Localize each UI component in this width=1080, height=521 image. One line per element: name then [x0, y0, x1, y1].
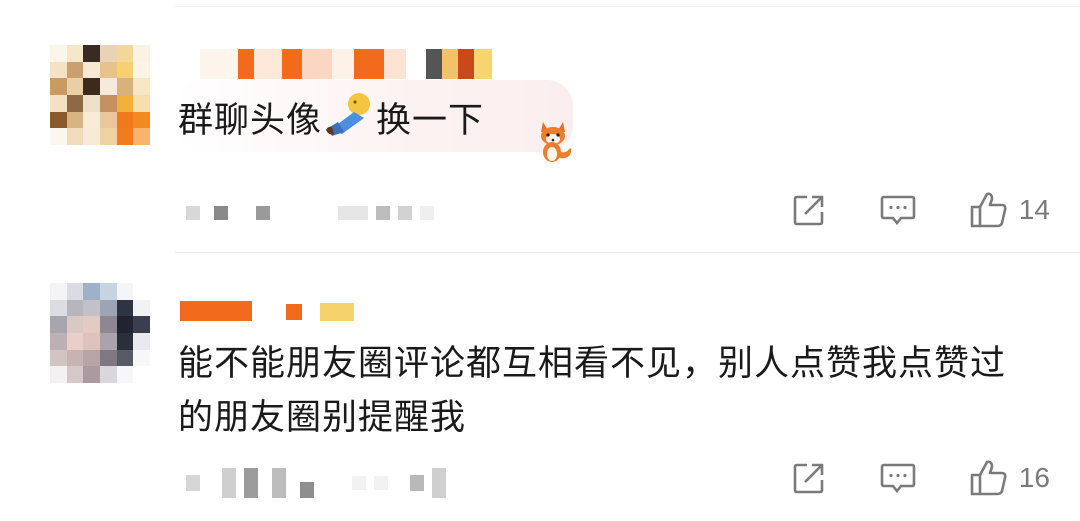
share-icon: [791, 460, 827, 496]
avatar[interactable]: [50, 283, 150, 383]
thumbs-up-icon: [969, 190, 1009, 230]
fox-sticker-icon: [535, 118, 577, 164]
comment-divider: [175, 252, 1080, 253]
comment-actions: 16: [791, 458, 1050, 498]
comment-text-line-2: 的朋友圈别提醒我: [178, 398, 467, 438]
comment-text-part-2: 换一下: [376, 101, 485, 141]
share-button[interactable]: [791, 460, 827, 496]
comment-text-line-1: 能不能朋友圈评论都互相看不见，别人点赞我点赞过: [178, 344, 1007, 384]
share-icon: [791, 192, 827, 228]
comment-text: 能不能朋友圈评论都互相看不见，别人点赞我点赞过 的朋友圈别提醒我: [178, 337, 1006, 445]
comment-icon: [879, 192, 917, 228]
reply-button[interactable]: [879, 192, 917, 228]
username-censored[interactable]: [200, 48, 492, 80]
top-divider: [175, 6, 1080, 7]
like-button[interactable]: 16: [969, 458, 1050, 498]
comment-text-part-1: 群聊头像: [178, 101, 323, 141]
like-count: 16: [1018, 462, 1050, 493]
like-button[interactable]: 14: [969, 190, 1050, 230]
thumbs-up-icon: [969, 458, 1009, 498]
comment-meta-censored: [186, 206, 434, 220]
username-censored[interactable]: [180, 293, 354, 325]
comment-icon: [879, 460, 917, 496]
comment-actions: 14: [791, 190, 1050, 230]
reply-button[interactable]: [879, 460, 917, 496]
comment-text: 群聊头像 换一下: [178, 90, 484, 154]
like-count: 14: [1018, 194, 1050, 225]
avatar[interactable]: [50, 45, 150, 145]
comment-meta-censored: [186, 468, 446, 498]
share-button[interactable]: [791, 192, 827, 228]
person-sleeping-icon: [324, 90, 374, 154]
